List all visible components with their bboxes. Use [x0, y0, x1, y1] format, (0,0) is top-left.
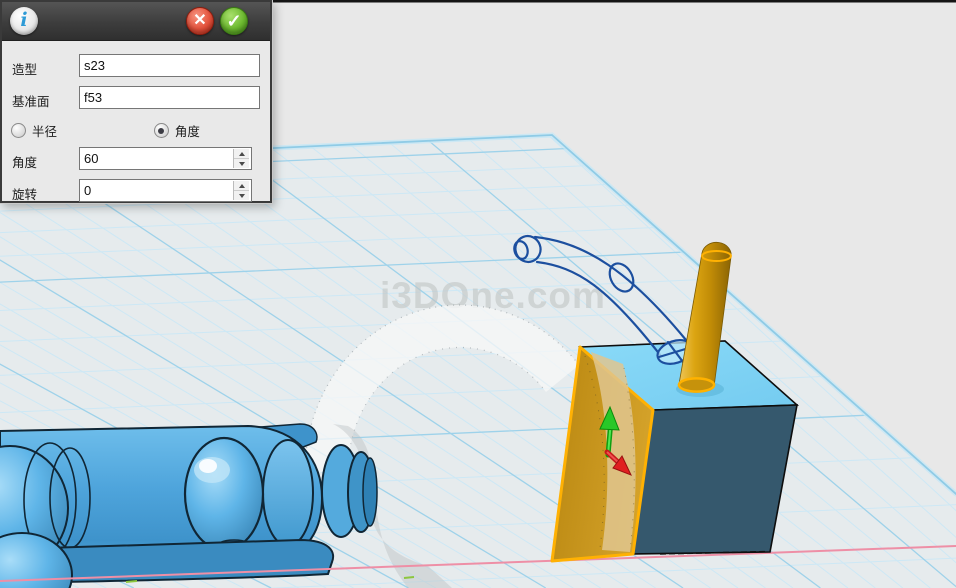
- rotation-input[interactable]: [80, 180, 236, 201]
- robot-ring-1: [263, 440, 313, 546]
- confirm-button[interactable]: ✓: [220, 7, 248, 35]
- angle-spin-up-icon[interactable]: [234, 149, 249, 159]
- rotation-field-label: 旋转: [12, 184, 37, 203]
- cancel-button[interactable]: ✕: [186, 7, 214, 35]
- rotation-spinner: [79, 179, 252, 202]
- bend-dialog: i ✕ ✓ 造型 基准面 半径 角度 角度 旋转: [0, 0, 272, 203]
- angle-spin-down-icon[interactable]: [234, 159, 249, 168]
- datum-plane-label: 基准面: [12, 91, 50, 110]
- radius-radio-label: 半径: [32, 125, 57, 139]
- robot-front-dome: [185, 438, 263, 550]
- box-right-face: [633, 405, 797, 554]
- angle-input[interactable]: [80, 148, 236, 169]
- box-model[interactable]: [552, 341, 797, 561]
- mode-options: 半径 角度: [11, 121, 200, 141]
- shape-field-label: 造型: [12, 59, 37, 78]
- rotation-spin-up-icon[interactable]: [234, 181, 249, 191]
- angle-radio[interactable]: [154, 123, 169, 138]
- dialog-header[interactable]: i ✕ ✓: [2, 2, 270, 41]
- shape-input[interactable]: [79, 54, 260, 77]
- rotation-spin-down-icon[interactable]: [234, 191, 249, 200]
- angle-field-label: 角度: [12, 152, 37, 171]
- info-icon[interactable]: i: [10, 7, 38, 35]
- radius-radio[interactable]: [11, 123, 26, 138]
- angle-spinner: [79, 147, 252, 170]
- angle-radio-label: 角度: [175, 125, 200, 139]
- datum-plane-input[interactable]: [79, 86, 260, 109]
